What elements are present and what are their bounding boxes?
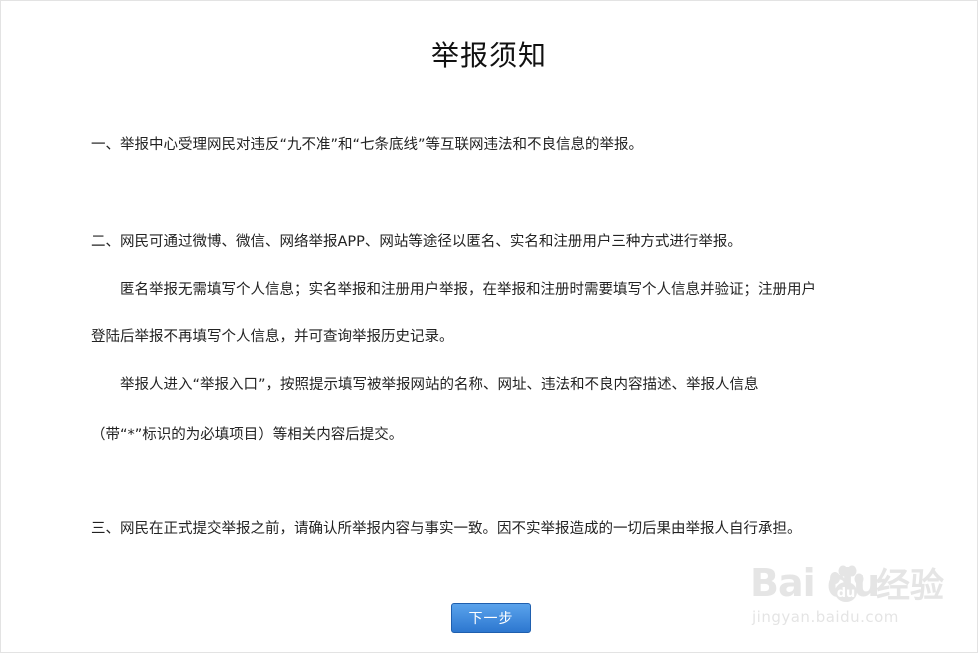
paw-icon: du <box>826 564 866 610</box>
watermark-brand-cn: 经验 <box>876 566 944 606</box>
baidu-jingyan-watermark: Bai du du 经验 jingyan.baidu.com <box>750 560 970 640</box>
notice-item-2: 二、网民可通过微博、微信、网络举报APP、网站等途径以匿名、实名和注册用户三种方… <box>91 234 742 250</box>
svg-text:du: du <box>837 586 856 601</box>
notice-item-2-detail-1: 匿名举报无需填写个人信息；实名举报和注册用户举报，在举报和注册时需要填写个人信息… <box>120 282 816 298</box>
notice-item-2-detail-2: 举报人进入“举报入口”，按照提示填写被举报网站的名称、网址、违法和不良内容描述、… <box>120 377 759 393</box>
notice-item-2-detail-2-cont: （带“*”标识的为必填项目）等相关内容后提交。 <box>91 427 404 443</box>
notice-item-2-detail-1-cont: 登陆后举报不再填写个人信息，并可查询举报历史记录。 <box>91 329 454 345</box>
next-step-button[interactable]: 下一步 <box>451 603 531 633</box>
notice-item-1: 一、举报中心受理网民对违反“九不准”和“七条底线”等互联网违法和不良信息的举报。 <box>91 137 644 153</box>
notice-item-3: 三、网民在正式提交举报之前，请确认所举报内容与事实一致。因不实举报造成的一切后果… <box>91 521 802 537</box>
page-title: 举报须知 <box>430 39 547 72</box>
watermark-url: jingyan.baidu.com <box>752 608 899 626</box>
